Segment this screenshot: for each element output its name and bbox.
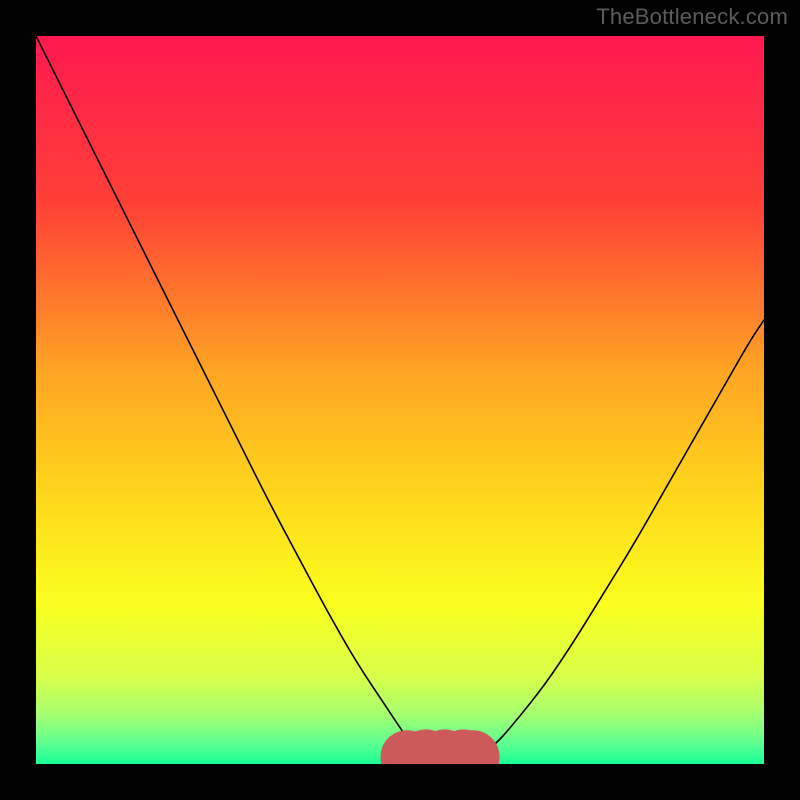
watermark-text: TheBottleneck.com [596,4,788,30]
chart-frame: TheBottleneck.com [0,0,800,800]
plot-svg [36,36,764,764]
gradient-background [36,36,764,764]
plot-area [36,36,764,764]
